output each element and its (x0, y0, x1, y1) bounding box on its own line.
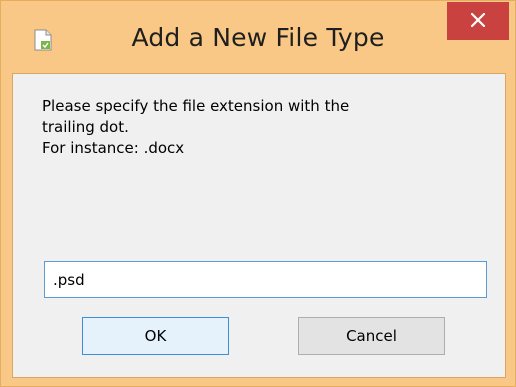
instruction-line-2: trailing dot. (42, 118, 129, 136)
instruction-line-1: Please specify the file extension with t… (42, 97, 350, 115)
ok-button[interactable]: OK (82, 317, 229, 355)
close-button[interactable] (447, 2, 509, 40)
window-title: Add a New File Type (131, 23, 385, 52)
dialog-window: Add a New File Type Please specify the f… (0, 0, 516, 387)
instruction-text: Please specify the file extension with t… (42, 96, 472, 159)
file-extension-input[interactable] (44, 261, 487, 298)
dialog-content: Please specify the file extension with t… (12, 73, 506, 378)
cancel-button[interactable]: Cancel (298, 317, 445, 355)
close-icon (470, 12, 486, 31)
instruction-line-3: For instance: .docx (42, 139, 185, 157)
